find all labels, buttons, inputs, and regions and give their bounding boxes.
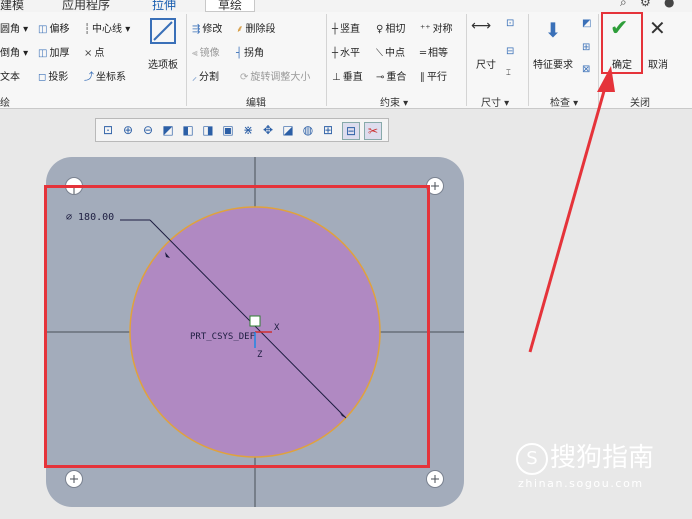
watermark-brand-text: 搜狗指南 [550,443,655,473]
watermark-brand: S 搜狗指南 [516,437,654,475]
sogou-logo-icon: S [516,442,548,475]
arrow-shaft [528,83,608,353]
arrow-head [597,66,615,92]
watermark-site: zhinan.sogou.com [518,477,644,490]
